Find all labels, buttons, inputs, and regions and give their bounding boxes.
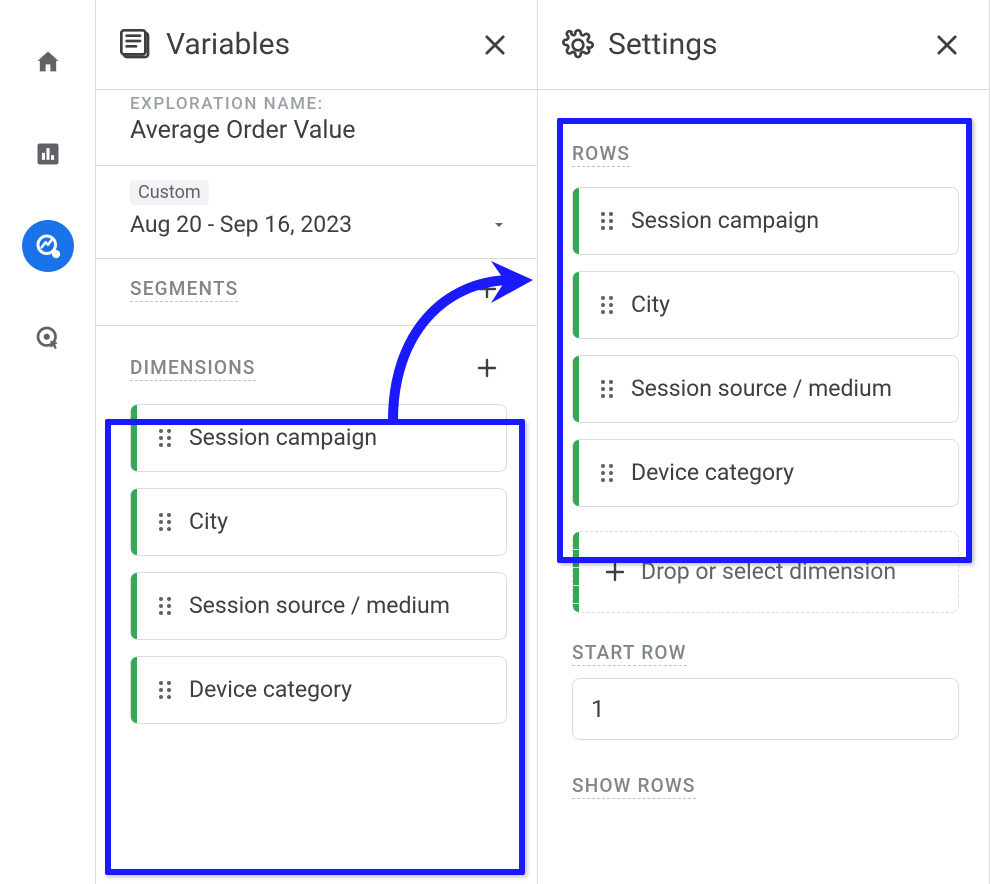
settings-header: Settings <box>538 0 989 90</box>
row-chip-label: City <box>631 291 686 320</box>
settings-title: Settings <box>608 27 718 62</box>
close-icon[interactable] <box>481 31 509 59</box>
explore-icon <box>33 231 63 261</box>
nav-advertising[interactable] <box>22 312 74 364</box>
home-icon <box>34 48 62 76</box>
plus-icon <box>475 356 499 380</box>
nav-explore[interactable] <box>22 220 74 272</box>
gear-icon <box>562 29 594 61</box>
start-row-label: START ROW <box>572 641 687 666</box>
settings-panel: Settings ROWS Session campaign <box>538 0 990 884</box>
drag-handle-icon <box>157 427 173 449</box>
row-chip[interactable]: Session source / medium <box>572 355 959 423</box>
dimension-chip-label: City <box>189 508 244 537</box>
dimension-chip-label: Session campaign <box>189 424 393 453</box>
row-chip-label: Session source / medium <box>631 375 908 404</box>
plus-icon <box>603 560 627 584</box>
chevron-down-icon <box>491 217 507 233</box>
start-row-input[interactable] <box>572 678 959 740</box>
show-rows-label: SHOW ROWS <box>572 774 696 799</box>
exploration-name-label: EXPLORATION NAME: <box>130 94 507 114</box>
variables-title: Variables <box>166 27 290 62</box>
dimension-chip[interactable]: Session campaign <box>130 404 507 472</box>
drag-handle-icon <box>599 210 615 232</box>
row-chip[interactable]: City <box>572 271 959 339</box>
exploration-name[interactable]: Average Order Value <box>130 116 507 145</box>
segments-section-label: SEGMENTS <box>130 277 238 302</box>
date-range-text: Aug 20 - Sep 16, 2023 <box>130 211 352 238</box>
add-dimension-button[interactable] <box>471 352 503 384</box>
plus-icon <box>475 277 499 301</box>
dimension-chip-label: Device category <box>189 676 368 705</box>
drag-handle-icon <box>599 294 615 316</box>
drag-handle-icon <box>599 378 615 400</box>
drag-handle-icon <box>599 462 615 484</box>
row-chip-label: Session campaign <box>631 207 835 236</box>
variables-panel: Variables EXPLORATION NAME: Average Orde… <box>96 0 538 884</box>
dimension-chip[interactable]: City <box>130 488 507 556</box>
variables-icon <box>120 29 152 61</box>
rows-section-label: ROWS <box>572 142 630 167</box>
close-icon[interactable] <box>933 31 961 59</box>
add-segment-button[interactable] <box>471 273 503 305</box>
dimension-chip-label: Session source / medium <box>189 592 466 621</box>
rows-drop-target[interactable]: Drop or select dimension <box>572 531 959 613</box>
row-chip[interactable]: Session campaign <box>572 187 959 255</box>
dimension-chip[interactable]: Device category <box>130 656 507 724</box>
drag-handle-icon <box>157 595 173 617</box>
row-chip-label: Device category <box>631 459 810 488</box>
date-preset-chip: Custom <box>130 180 209 205</box>
date-range-picker[interactable]: Aug 20 - Sep 16, 2023 <box>130 211 507 238</box>
nav-home[interactable] <box>22 36 74 88</box>
row-chip[interactable]: Device category <box>572 439 959 507</box>
rows-drop-label: Drop or select dimension <box>641 558 896 587</box>
bar-chart-icon <box>34 140 62 168</box>
rows-list: Session campaign City Session source / m… <box>572 187 959 507</box>
dimensions-section-label: DIMENSIONS <box>130 356 256 381</box>
nav-rail <box>0 0 96 884</box>
dimensions-list: Session campaign City Session source / m… <box>130 404 507 724</box>
drag-handle-icon <box>157 679 173 701</box>
dimension-chip[interactable]: Session source / medium <box>130 572 507 640</box>
target-click-icon <box>33 323 63 353</box>
variables-header: Variables <box>96 0 537 90</box>
drag-handle-icon <box>157 511 173 533</box>
nav-reports[interactable] <box>22 128 74 180</box>
